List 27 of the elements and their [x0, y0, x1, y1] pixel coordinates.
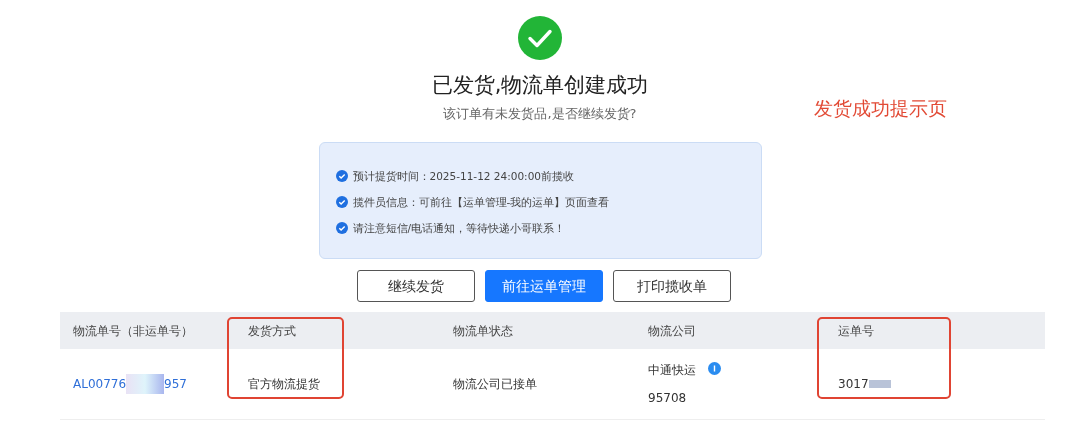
annotation-label: 发货成功提示页	[814, 96, 947, 121]
success-check-icon	[518, 16, 562, 60]
action-button[interactable]: 打印揽收单	[612, 270, 731, 302]
primary-button[interactable]: 前往运单管理	[484, 270, 603, 302]
result-title: 已发货,物流单创建成功	[430, 72, 650, 99]
notice-text: 请注意短信/电话通知，等待快递小哥联系！	[352, 221, 566, 236]
column-header: 物流公司	[635, 312, 825, 349]
company-name: 中通快运	[648, 362, 696, 377]
check-circle-icon	[335, 170, 348, 182]
result-subtitle: 该订单有未发货品,是否继续发货?	[443, 105, 637, 123]
action-button[interactable]: 继续发货	[356, 270, 475, 302]
column-header: 发货方式	[235, 312, 440, 349]
column-header: 物流单号（非运单号）	[60, 312, 235, 349]
table-cell: 官方物流提货	[235, 349, 440, 419]
waybill-number: 3017	[838, 376, 869, 391]
redaction-mark	[126, 373, 165, 394]
column-header: 物流单状态	[440, 312, 635, 349]
redaction-mark	[868, 380, 891, 389]
logistics-number-link[interactable]: AL00776 957	[73, 373, 187, 394]
table-cell: 物流公司已接单	[440, 349, 635, 419]
check-circle-icon	[335, 222, 348, 234]
company-detail: 95708	[648, 389, 688, 407]
notice-text: 揽件员信息：可前往【运单管理-我的运单】页面查看	[352, 195, 610, 210]
check-circle-icon	[335, 196, 348, 208]
column-header: 运单号	[825, 312, 1045, 349]
notice-text: 预计提货时间：2025-11-12 24:00:00前揽收	[352, 169, 575, 184]
info-icon[interactable]	[708, 361, 721, 375]
